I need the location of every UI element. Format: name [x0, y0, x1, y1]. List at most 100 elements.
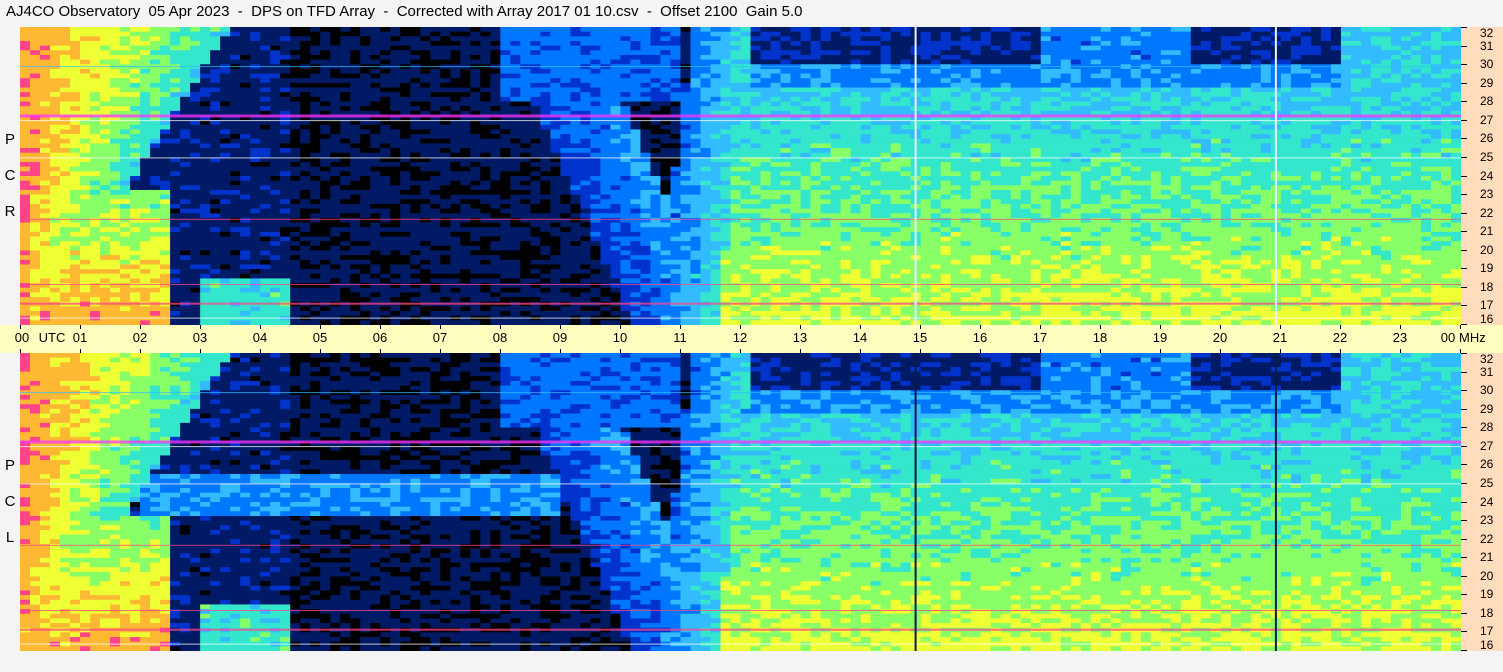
spectrogram-cell — [290, 101, 301, 107]
spectrogram-cell — [1040, 101, 1052, 107]
spectrogram-cell — [250, 129, 261, 135]
spectrogram-cell — [710, 180, 722, 186]
spectrogram-cell — [300, 171, 311, 177]
spectrogram-cell — [410, 101, 421, 107]
spectrogram-cell — [990, 152, 1002, 158]
spectrogram-cell — [1230, 152, 1242, 158]
spectrogram-cell — [1210, 40, 1222, 47]
spectrogram-cell — [1170, 171, 1182, 177]
spectrogram-cell — [1020, 124, 1032, 131]
spectrogram-cell — [1420, 68, 1432, 75]
spectrogram-cell — [300, 54, 311, 61]
spectrogram-cell — [120, 59, 131, 65]
spectrogram-cell — [40, 68, 51, 75]
spectrogram-cell — [540, 87, 551, 93]
spectrogram-cell — [110, 96, 121, 103]
spectrogram-cell — [920, 92, 932, 98]
spectrogram-cell — [650, 106, 662, 112]
spectrogram-cell — [530, 45, 541, 51]
spectrogram-cell — [1370, 106, 1382, 112]
spectrogram-cell — [1250, 162, 1262, 168]
spectrogram-cell — [1190, 73, 1202, 79]
spectrogram-cell — [1220, 152, 1232, 158]
spectrogram-cell — [1010, 180, 1022, 186]
spectrogram-cell — [1160, 96, 1172, 103]
spectrogram-cell — [490, 124, 501, 131]
spectrogram-cell — [1030, 96, 1042, 103]
spectrogram-cell — [30, 185, 41, 191]
spectrogram-cell — [740, 73, 752, 79]
spectrogram-cell — [1010, 129, 1022, 135]
spectrogram-cell — [810, 73, 822, 79]
spectrogram-cell — [1430, 27, 1442, 33]
spectrogram-cell — [100, 54, 111, 61]
spectrogram-cell — [900, 82, 912, 89]
spectrogram-cell — [220, 134, 231, 140]
spectrogram-cell — [190, 134, 201, 140]
spectrogram-cell — [20, 87, 31, 93]
spectrogram-cell — [170, 59, 181, 65]
spectrogram-cell — [1170, 101, 1182, 107]
spectrogram-cell — [1370, 152, 1382, 158]
spectrogram-cell — [230, 59, 241, 65]
spectrogram-cell — [720, 27, 732, 33]
spectrogram-cell — [1140, 134, 1152, 140]
spectrogram-cell — [440, 68, 451, 75]
spectrogram-cell — [360, 59, 371, 65]
spectrogram-cell — [710, 73, 722, 79]
spectrogram-cell — [1300, 68, 1312, 75]
spectrogram-cell — [290, 36, 301, 42]
spectrogram-cell — [170, 176, 181, 182]
spectrogram-cell — [980, 87, 992, 93]
spectrogram-cell — [750, 78, 762, 84]
spectrogram-cell — [490, 68, 501, 75]
spectrogram-cell — [440, 176, 451, 182]
spectrogram-cell — [520, 36, 531, 42]
spectrogram-cell — [110, 166, 121, 172]
spectrogram-cell — [1070, 152, 1082, 158]
spectrogram-cell — [880, 129, 892, 135]
spectrogram-cell — [1250, 87, 1262, 93]
spectrogram-cell — [810, 101, 822, 107]
spectrogram-cell — [440, 45, 451, 51]
spectrogram-cell — [380, 152, 391, 158]
spectrogram-cell — [1100, 171, 1112, 177]
spectrogram-cell — [510, 59, 521, 65]
spectrogram-cell — [50, 92, 61, 98]
spectrogram-cell — [160, 166, 171, 172]
spectrogram-cell — [730, 176, 742, 182]
spectrogram-cell — [770, 78, 782, 84]
spectrogram-cell — [50, 82, 61, 89]
spectrogram-cell — [1420, 176, 1432, 182]
spectrogram-cell — [1030, 45, 1042, 51]
spectrogram-cell — [80, 36, 91, 42]
spectrogram-cell — [380, 27, 391, 33]
spectrogram-cell — [1350, 40, 1362, 47]
spectrogram-cell — [460, 54, 471, 61]
spectrogram-cell — [410, 54, 421, 61]
spectrogram-cell — [700, 87, 712, 93]
spectrogram-cell — [1320, 138, 1332, 145]
spectrogram-cell — [190, 82, 201, 89]
spectrogram-cell — [710, 59, 722, 65]
spectrogram-cell — [860, 152, 872, 158]
spectrogram-cell — [1130, 73, 1142, 79]
spectrogram-cell — [1250, 143, 1262, 149]
spectrogram-cell — [280, 31, 291, 37]
spectrogram-cell — [1150, 176, 1162, 182]
spectrogram-cell — [120, 106, 131, 112]
spectrogram-cell — [1020, 45, 1032, 51]
spectrogram-cell — [1250, 59, 1262, 65]
spectrogram-cell — [490, 166, 501, 172]
spectrogram-cell — [30, 134, 41, 140]
spectrogram-cell — [80, 138, 91, 145]
spectrogram-cell — [870, 96, 882, 103]
spectrogram-cell — [1280, 82, 1292, 89]
spectrogram-cell — [420, 166, 431, 172]
spectrogram-cell — [390, 40, 401, 47]
spectrogram-cell — [160, 106, 171, 112]
spectrogram-cell — [1320, 96, 1332, 103]
spectrogram-cell — [1180, 124, 1192, 131]
spectrogram-cell — [100, 171, 111, 177]
spectrogram-cell — [640, 59, 652, 65]
